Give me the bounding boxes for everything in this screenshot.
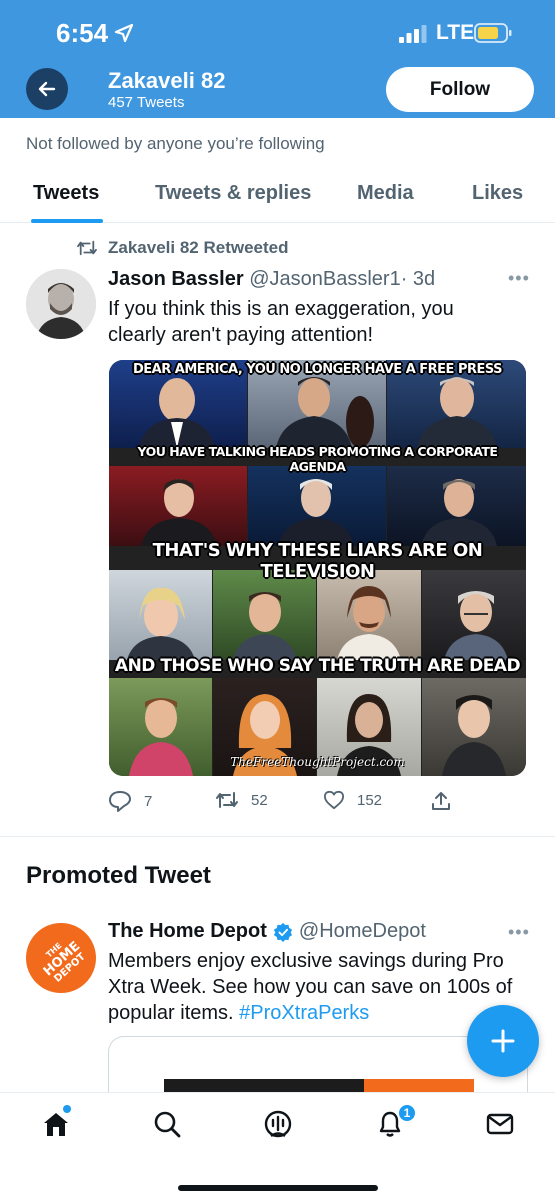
tweet-text: If you think this is an exaggeration, yo… xyxy=(108,296,528,348)
profile-header: 6:54 LTE Zakaveli 82 457 Tweets Follow xyxy=(0,0,555,118)
share-button[interactable] xyxy=(430,790,452,812)
promoted-text-plain: popular items. xyxy=(108,1002,240,1024)
promoted-tweet-text: Members enjoy exclusive savings during P… xyxy=(108,948,528,1026)
like-button[interactable]: 152 xyxy=(323,790,382,810)
status-time: 6:54 xyxy=(56,18,109,48)
tab-likes[interactable]: Likes xyxy=(472,182,523,205)
retweet-icon xyxy=(77,240,97,256)
retweet-context[interactable]: Zakaveli 82 Retweeted xyxy=(76,238,288,258)
tweet-image[interactable]: DEAR AMERICA, YOU NO LONGER HAVE A FREE … xyxy=(109,360,526,776)
tweet-author-name[interactable]: Jason Bassler xyxy=(108,268,244,290)
image-cell xyxy=(109,466,247,546)
tweet-age: 3d xyxy=(412,268,436,290)
tweet-author-handle[interactable]: @JasonBassler1 xyxy=(249,268,400,290)
image-caption: YOU HAVE TALKING HEADS PROMOTING A CORPO… xyxy=(137,444,498,474)
more-icon[interactable]: ••• xyxy=(508,922,530,943)
image-caption: THAT'S WHY THESE LIARS ARE ON TELEVISION xyxy=(152,540,483,582)
promoted-tweet-header: The Home Depot @HomeDepot xyxy=(108,920,426,943)
tab-tweets[interactable]: Tweets xyxy=(33,182,99,205)
share-icon xyxy=(432,792,450,810)
tweet-text-line: If you think this is an exaggeration, yo… xyxy=(108,298,454,320)
meta-separator: · xyxy=(400,268,408,290)
image-caption: DEAR AMERICA, YOU NO LONGER HAVE A FREE … xyxy=(132,362,503,377)
like-count: 152 xyxy=(357,791,383,809)
avatar-photo xyxy=(26,269,96,339)
back-arrow-icon xyxy=(38,81,56,97)
promoted-text-line: Xtra Week. See how you can save on 100s … xyxy=(108,976,513,998)
battery-icon xyxy=(474,23,512,43)
like-icon xyxy=(323,790,344,810)
compose-tweet-button[interactable] xyxy=(467,1005,539,1077)
tweet-text-line: clearly aren't paying attention! xyxy=(108,324,374,346)
home-indicator xyxy=(178,1185,378,1191)
home-icon[interactable] xyxy=(41,1109,71,1139)
verified-icon xyxy=(273,922,292,942)
image-cell xyxy=(248,466,386,546)
promoted-author-name[interactable]: The Home Depot xyxy=(108,920,267,943)
promoted-tweet-heading: Promoted Tweet xyxy=(26,862,211,889)
bottom-navigation: 1 xyxy=(0,1092,555,1200)
home-depot-logo[interactable]: THE HOME DEPOT xyxy=(26,923,96,993)
image-caption: AND THOSE WHO SAY THE TRUTH ARE DEAD xyxy=(114,656,521,676)
profile-name: Zakaveli 82 xyxy=(108,68,226,93)
retweet-icon xyxy=(216,792,238,808)
followers-you-know-note: Not followed by anyone you’re following xyxy=(26,134,325,153)
image-cell xyxy=(213,570,316,660)
home-depot-logo-mark: THE HOME DEPOT xyxy=(41,939,88,985)
tweet-actions: 7 52 152 xyxy=(0,790,555,814)
tab-tweets-and-replies[interactable]: Tweets & replies xyxy=(155,182,311,205)
image-cell xyxy=(109,570,212,660)
reply-icon xyxy=(109,791,131,812)
image-cell xyxy=(387,466,526,546)
image-watermark: TheFreeThoughtProject.com xyxy=(230,755,405,769)
notification-count-badge: 1 xyxy=(397,1103,417,1123)
spaces-icon[interactable] xyxy=(263,1109,293,1139)
promoted-text-line: Members enjoy exclusive savings during P… xyxy=(108,950,504,972)
hashtag-link[interactable]: #ProXtraPerks xyxy=(239,1002,369,1024)
search-icon[interactable] xyxy=(152,1109,182,1139)
network-type: LTE xyxy=(436,21,475,44)
image-cell xyxy=(317,570,421,660)
image-cell xyxy=(422,570,526,660)
promoted-author-handle[interactable]: @HomeDepot xyxy=(299,920,426,943)
retweet-count: 52 xyxy=(251,791,268,809)
signal-icon xyxy=(399,25,427,43)
section-divider xyxy=(0,836,555,837)
more-icon[interactable]: ••• xyxy=(508,268,530,289)
active-tab-indicator xyxy=(31,219,103,223)
profile-tabs: Tweets Tweets & replies Media Likes xyxy=(0,162,555,223)
avatar[interactable] xyxy=(26,269,96,339)
location-arrow-icon xyxy=(114,23,134,43)
tweet-header: Jason Bassler @JasonBassler1· 3d xyxy=(108,268,435,291)
home-unread-dot xyxy=(63,1105,71,1113)
tweet-count: 457 Tweets xyxy=(108,94,185,111)
tab-media[interactable]: Media xyxy=(357,182,414,205)
back-button[interactable] xyxy=(26,68,68,110)
reply-button[interactable]: 7 xyxy=(108,790,152,812)
compose-plus-icon xyxy=(491,1029,515,1053)
retweeted-by-label: Zakaveli 82 Retweeted xyxy=(108,238,289,257)
reply-count: 7 xyxy=(144,792,153,810)
retweet-button[interactable]: 52 xyxy=(215,790,268,810)
follow-button[interactable]: Follow xyxy=(386,67,534,112)
promoted-text-line: popular items. #ProXtraPerks xyxy=(108,1000,528,1026)
messages-icon[interactable] xyxy=(485,1109,515,1139)
